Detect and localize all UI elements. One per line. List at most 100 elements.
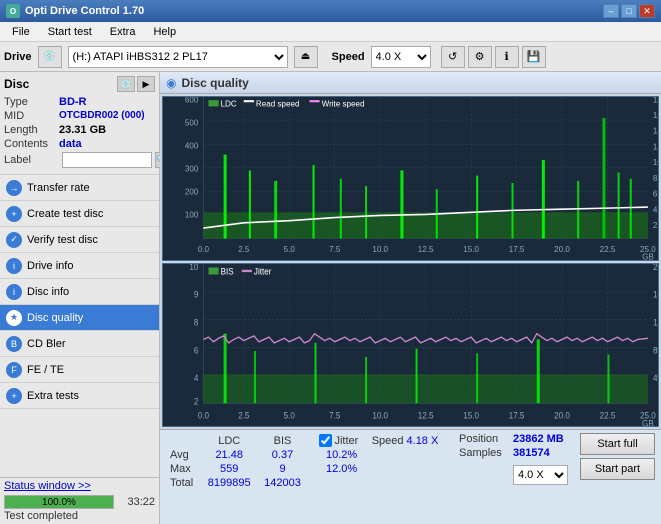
svg-text:2: 2 [194, 395, 199, 406]
menu-extra[interactable]: Extra [102, 24, 144, 40]
svg-text:500: 500 [185, 118, 199, 127]
nav-verify-test-disc[interactable]: ✓ Verify test disc [0, 227, 159, 253]
bottom-chart-svg: 10 9 8 6 4 2 20% 16% 12% 8% 4% 0.0 2.5 5… [163, 264, 658, 427]
total-label: Total [166, 476, 201, 490]
svg-text:22.5: 22.5 [600, 245, 616, 254]
type-value: BD-R [59, 96, 87, 108]
speed-select[interactable]: 4.0 X 1.0 X 2.0 X 6.0 X 8.0 X [371, 46, 431, 68]
total-speed-spacer [368, 476, 451, 490]
nav-label-create-test-disc: Create test disc [27, 208, 103, 220]
eject-button[interactable]: ⏏ [294, 46, 318, 68]
window-controls: – □ ✕ [603, 4, 655, 18]
svg-text:15.0: 15.0 [463, 245, 479, 254]
disc-info-icon: i [6, 284, 22, 300]
svg-text:100: 100 [185, 210, 199, 219]
nav-items: → Transfer rate + Create test disc ✓ Ver… [0, 175, 159, 409]
drive-icon-button[interactable]: 💿 [38, 46, 62, 68]
title-bar: O Opti Drive Control 1.70 – □ ✕ [0, 0, 661, 22]
menu-start-test[interactable]: Start test [40, 24, 100, 40]
svg-text:20%: 20% [653, 264, 658, 272]
right-panel: ◉ Disc quality [160, 72, 661, 524]
disc-section: Disc 💿 ▶ Type BD-R MID OTCBDR002 (000) L… [0, 72, 159, 175]
svg-text:BIS: BIS [221, 265, 234, 276]
top-chart: 600 500 400 300 200 100 18× 16× 14× 12× … [162, 96, 659, 261]
panel-title: Disc quality [181, 76, 248, 90]
svg-text:10×: 10× [653, 158, 658, 167]
total-ldc: 8199895 [201, 476, 258, 490]
avg-bis: 0.37 [258, 448, 308, 462]
label-input[interactable] [62, 152, 152, 168]
jitter-header-label: Jitter [334, 435, 358, 447]
nav-cd-bler[interactable]: B CD Bler [0, 331, 159, 357]
nav-transfer-rate[interactable]: → Transfer rate [0, 175, 159, 201]
minimize-button[interactable]: – [603, 4, 619, 18]
drive-info-icon: i [6, 258, 22, 274]
cd-bler-icon: B [6, 336, 22, 352]
svg-text:5.0: 5.0 [284, 245, 296, 254]
refresh-button[interactable]: ↺ [441, 46, 465, 68]
nav-label-extra-tests: Extra tests [27, 390, 79, 402]
jitter-checkbox[interactable] [319, 434, 332, 447]
stats-row-avg: Avg 21.48 0.37 10.2% [166, 448, 451, 462]
extra-tests-icon: + [6, 388, 22, 404]
max-bis: 9 [258, 462, 308, 476]
settings-button[interactable]: ⚙ [468, 46, 492, 68]
svg-text:6: 6 [194, 344, 199, 355]
svg-text:7.5: 7.5 [329, 245, 341, 254]
svg-text:9: 9 [194, 289, 199, 300]
max-label: Max [166, 462, 201, 476]
info-button[interactable]: ℹ [495, 46, 519, 68]
fe-te-icon: F [6, 362, 22, 378]
close-button[interactable]: ✕ [639, 4, 655, 18]
svg-text:18×: 18× [653, 97, 658, 104]
disc-icon-2[interactable]: ▶ [137, 76, 155, 92]
status-message: Test completed [4, 510, 155, 522]
panel-header: ◉ Disc quality [160, 72, 661, 94]
svg-text:200: 200 [185, 187, 199, 196]
drive-select[interactable]: (H:) ATAPI iHBS312 2 PL17 [68, 46, 288, 68]
mid-value: OTCBDR002 (000) [59, 110, 145, 122]
nav-fe-te[interactable]: F FE / TE [0, 357, 159, 383]
disc-icon-1[interactable]: 💿 [117, 76, 135, 92]
nav-create-test-disc[interactable]: + Create test disc [0, 201, 159, 227]
stats-row-max: Max 559 9 12.0% [166, 462, 451, 476]
svg-text:300: 300 [185, 164, 199, 173]
menu-help[interactable]: Help [145, 24, 184, 40]
avg-spacer [307, 448, 315, 462]
nav-label-drive-info: Drive info [27, 260, 73, 272]
svg-text:8×: 8× [653, 174, 658, 183]
charts-area: 600 500 400 300 200 100 18× 16× 14× 12× … [160, 94, 661, 429]
status-window-button[interactable]: Status window >> [4, 480, 91, 492]
length-value: 23.31 GB [59, 124, 106, 136]
start-part-button[interactable]: Start part [580, 458, 655, 480]
speed-stat-select[interactable]: 4.0 X 2.0 X 6.0 X [513, 465, 568, 485]
save-button[interactable]: 💾 [522, 46, 546, 68]
position-value: 23862 MB [513, 433, 564, 445]
nav-drive-info[interactable]: i Drive info [0, 253, 159, 279]
nav-disc-quality[interactable]: ★ Disc quality [0, 305, 159, 331]
menu-file[interactable]: File [4, 24, 38, 40]
label-label: Label [4, 154, 59, 166]
samples-label: Samples [459, 447, 509, 459]
nav-label-cd-bler: CD Bler [27, 338, 66, 350]
nav-extra-tests[interactable]: + Extra tests [0, 383, 159, 409]
nav-label-fe-te: FE / TE [27, 364, 64, 376]
svg-text:0.0: 0.0 [198, 245, 210, 254]
svg-text:2.5: 2.5 [238, 245, 250, 254]
svg-text:22.5: 22.5 [600, 409, 616, 420]
maximize-button[interactable]: □ [621, 4, 637, 18]
svg-text:0.0: 0.0 [198, 409, 209, 420]
menu-bar: File Start test Extra Help [0, 22, 661, 42]
svg-text:14×: 14× [653, 127, 658, 136]
bottom-chart: 10 9 8 6 4 2 20% 16% 12% 8% 4% 0.0 2.5 5… [162, 263, 659, 428]
samples-value: 381574 [513, 447, 550, 459]
stats-row-total: Total 8199895 142003 [166, 476, 451, 490]
speed-stat-value: 4.18 X [407, 435, 439, 447]
total-jitter-empty [315, 476, 367, 490]
start-full-button[interactable]: Start full [580, 433, 655, 455]
nav-disc-info[interactable]: i Disc info [0, 279, 159, 305]
total-spacer [307, 476, 315, 490]
total-bis: 142003 [258, 476, 308, 490]
create-test-disc-icon: + [6, 206, 22, 222]
svg-text:400: 400 [185, 141, 199, 150]
